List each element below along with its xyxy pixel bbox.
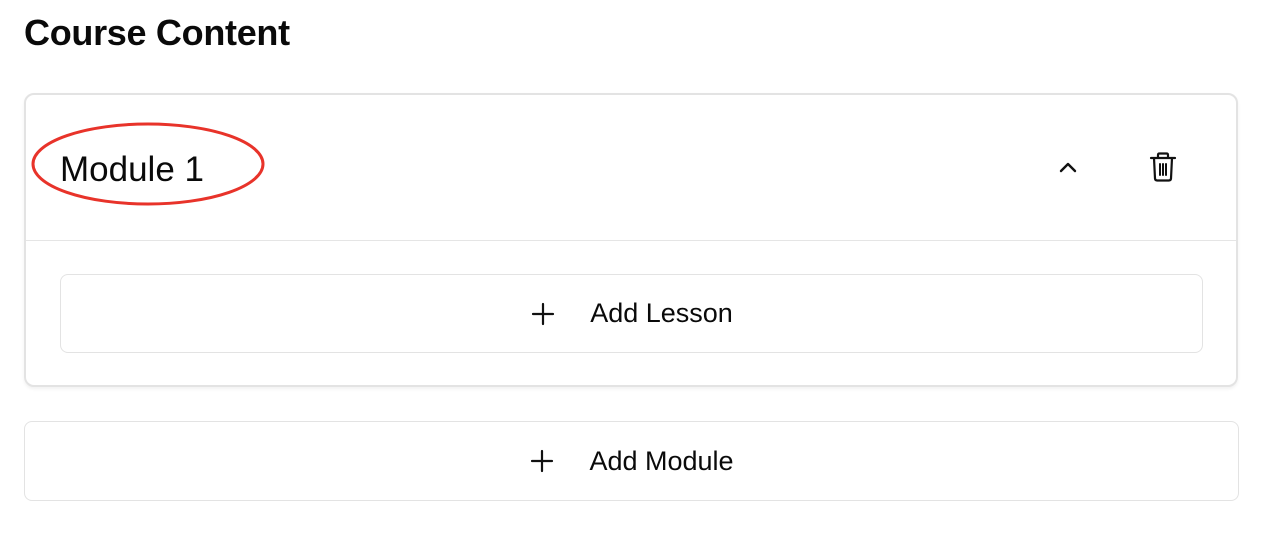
add-module-button[interactable]: Add Module (24, 421, 1239, 501)
module-header[interactable]: Module 1 (26, 95, 1236, 241)
add-lesson-button[interactable]: Add Lesson (60, 274, 1203, 353)
module-body: Add Lesson (26, 241, 1236, 387)
page-title: Course Content (24, 12, 290, 53)
add-lesson-label: Add Lesson (590, 298, 733, 328)
collapse-module-button[interactable] (1048, 148, 1088, 188)
add-module-label: Add Module (589, 445, 734, 476)
delete-module-button[interactable] (1143, 147, 1183, 187)
module-card: Module 1 Add Lesson (24, 93, 1238, 387)
course-content-page: Course Content Module 1 Add Lesson Add M… (0, 0, 1272, 546)
module-title[interactable]: Module 1 (60, 149, 204, 191)
plus-icon (530, 301, 556, 327)
trash-icon (1149, 152, 1177, 182)
chevron-up-icon (1059, 162, 1077, 173)
plus-icon (529, 448, 555, 474)
